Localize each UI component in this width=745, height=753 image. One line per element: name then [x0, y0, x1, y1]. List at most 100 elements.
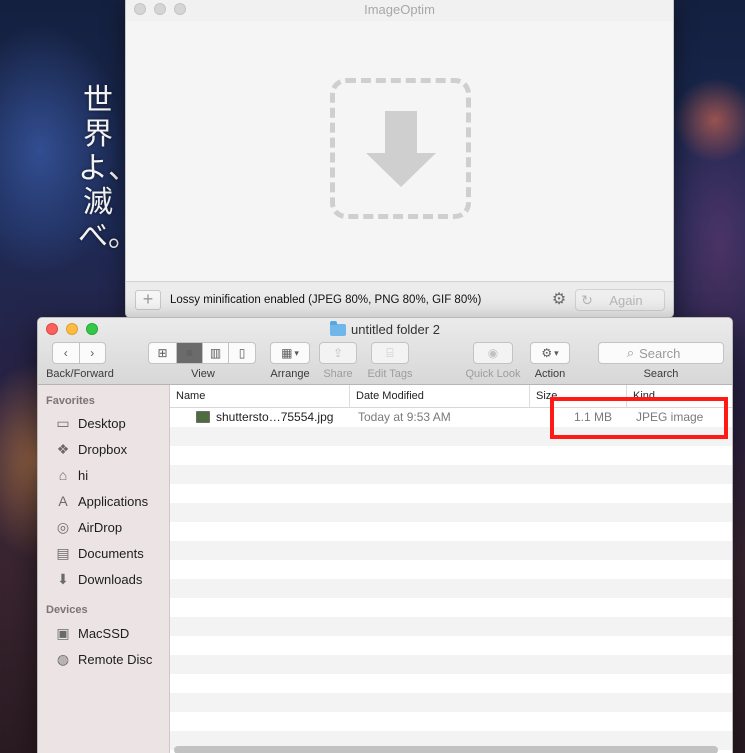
- imageoptim-bottom-bar: + Lossy minification enabled (JPEG 80%, …: [126, 281, 673, 317]
- empty-row: [170, 674, 732, 693]
- desktop-icon: ▭: [56, 414, 70, 431]
- window-controls: [134, 3, 186, 15]
- back-forward-label: Back/Forward: [46, 368, 114, 380]
- imageoptim-window: ImageOptim + Lossy minification enabled …: [125, 0, 674, 318]
- arrange-label: Arrange: [270, 368, 310, 380]
- wallpaper-text: 世界よ、滅べ。: [78, 83, 138, 254]
- window-title: untitled folder 2: [38, 320, 732, 337]
- sidebar-item-applications[interactable]: A Applications: [54, 491, 148, 511]
- empty-row: [170, 427, 732, 446]
- drop-area[interactable]: [126, 21, 673, 283]
- sidebar-item-downloads[interactable]: ⬇ Downloads: [54, 569, 142, 589]
- horizontal-scrollbar[interactable]: [174, 746, 718, 753]
- empty-row: [170, 484, 732, 503]
- coverflow-view-button[interactable]: ▯: [229, 343, 255, 363]
- finder-window: untitled folder 2 ‹ › Back/Forward ⊞ ≡ ▥…: [37, 317, 733, 753]
- empty-row: [170, 655, 732, 674]
- share-icon: ⇪: [332, 346, 344, 360]
- file-size: 1.1 MB: [574, 410, 613, 424]
- zoom-button[interactable]: [174, 3, 186, 15]
- sidebar-item-label: AirDrop: [78, 519, 123, 535]
- column-name[interactable]: Name: [170, 385, 350, 408]
- search-input[interactable]: [639, 345, 696, 361]
- eye-icon: ◉: [487, 346, 499, 360]
- downloads-icon: ⬇: [57, 570, 69, 587]
- again-button[interactable]: ↻ Again: [575, 289, 665, 311]
- view-label: View: [191, 368, 215, 380]
- file-kind: JPEG image: [636, 410, 704, 424]
- arrange-button[interactable]: ▦ ▾: [270, 342, 310, 364]
- icon-view-button[interactable]: ⊞: [149, 343, 177, 363]
- column-size[interactable]: Size: [530, 385, 627, 408]
- empty-row: [170, 465, 732, 484]
- list-icon: ≡: [185, 346, 193, 360]
- columns-icon: ▥: [209, 346, 222, 360]
- gear-icon: ⚙: [541, 346, 553, 360]
- tag-icon: ⌸: [386, 345, 394, 360]
- file-name: shuttersto…75554.jpg: [216, 410, 334, 424]
- table-row[interactable]: shuttersto…75554.jpg Today at 9:53 AM 1.…: [170, 408, 732, 427]
- refresh-icon: ↻: [581, 291, 593, 308]
- empty-row: [170, 541, 732, 560]
- empty-row: [170, 446, 732, 465]
- drop-zone[interactable]: [330, 78, 471, 219]
- forward-button[interactable]: ›: [80, 343, 106, 363]
- column-date-modified[interactable]: Date Modified: [350, 385, 530, 408]
- imageoptim-titlebar[interactable]: ImageOptim: [126, 0, 673, 21]
- sidebar-item-label: Dropbox: [78, 441, 128, 457]
- add-files-button[interactable]: +: [135, 289, 161, 310]
- again-label: Again: [609, 292, 643, 308]
- empty-row: [170, 560, 732, 579]
- finder-toolbar: untitled folder 2 ‹ › Back/Forward ⊞ ≡ ▥…: [38, 318, 732, 385]
- minimize-button[interactable]: [154, 3, 166, 15]
- sidebar-item-airdrop[interactable]: ◎ AirDrop: [54, 517, 122, 537]
- sidebar-item-remote-disc[interactable]: ◍ Remote Disc: [54, 649, 153, 669]
- list-view-button[interactable]: ≡: [177, 343, 203, 363]
- favorites-header: Favorites: [46, 395, 95, 407]
- empty-row: [170, 712, 732, 731]
- chevron-right-icon: ›: [90, 346, 95, 360]
- empty-row: [170, 693, 732, 712]
- back-forward-control: ‹ ›: [52, 342, 106, 364]
- file-date-modified: Today at 9:53 AM: [358, 410, 451, 424]
- action-button[interactable]: ⚙ ▾: [530, 342, 570, 364]
- sidebar-item-macssd[interactable]: ▣ MacSSD: [54, 623, 129, 643]
- close-button[interactable]: [134, 3, 146, 15]
- back-button[interactable]: ‹: [53, 343, 80, 363]
- sidebar-item-documents[interactable]: ▤ Documents: [54, 543, 144, 563]
- coverflow-icon: ▯: [238, 346, 246, 360]
- gear-icon[interactable]: ⚙: [551, 292, 567, 308]
- empty-row: [170, 636, 732, 655]
- empty-row: [170, 617, 732, 636]
- search-icon: ⌕: [626, 345, 635, 360]
- quick-look-label: Quick Look: [465, 368, 521, 380]
- sidebar-item-hi[interactable]: ⌂ hi: [54, 465, 88, 485]
- airdrop-icon: ◎: [56, 518, 70, 535]
- empty-row: [170, 503, 732, 522]
- search-field[interactable]: ⌕: [598, 342, 724, 364]
- sidebar-item-label: MacSSD: [78, 625, 130, 641]
- arrange-icon: ▦: [281, 346, 293, 360]
- view-control: ⊞ ≡ ▥ ▯: [148, 342, 256, 364]
- sidebar-item-desktop[interactable]: ▭ Desktop: [54, 413, 126, 433]
- sidebar-item-dropbox[interactable]: ❖ Dropbox: [54, 439, 127, 459]
- column-view-button[interactable]: ▥: [203, 343, 229, 363]
- action-label: Action: [534, 368, 566, 380]
- edit-tags-label: Edit Tags: [367, 368, 413, 380]
- file-rows: shuttersto…75554.jpg Today at 9:53 AM 1.…: [170, 408, 732, 750]
- finder-sidebar: Favorites ▭ Desktop ❖ Dropbox ⌂ hi A App…: [38, 385, 170, 753]
- column-header: Name Date Modified Size Kind: [170, 385, 732, 408]
- edit-tags-button[interactable]: ⌸: [371, 342, 409, 364]
- sidebar-item-label: Documents: [78, 545, 144, 561]
- sidebar-item-label: Remote Disc: [78, 651, 153, 667]
- share-button[interactable]: ⇪: [319, 342, 357, 364]
- folder-icon: [330, 320, 347, 336]
- empty-row: [170, 522, 732, 541]
- quick-look-button[interactable]: ◉: [473, 342, 513, 364]
- sidebar-item-label: Desktop: [78, 415, 126, 431]
- column-kind[interactable]: Kind: [627, 385, 732, 408]
- grid-icon: ⊞: [157, 346, 168, 360]
- sidebar-item-label: hi: [78, 467, 89, 483]
- jpeg-file-icon: [196, 411, 210, 423]
- applications-icon: A: [58, 493, 68, 509]
